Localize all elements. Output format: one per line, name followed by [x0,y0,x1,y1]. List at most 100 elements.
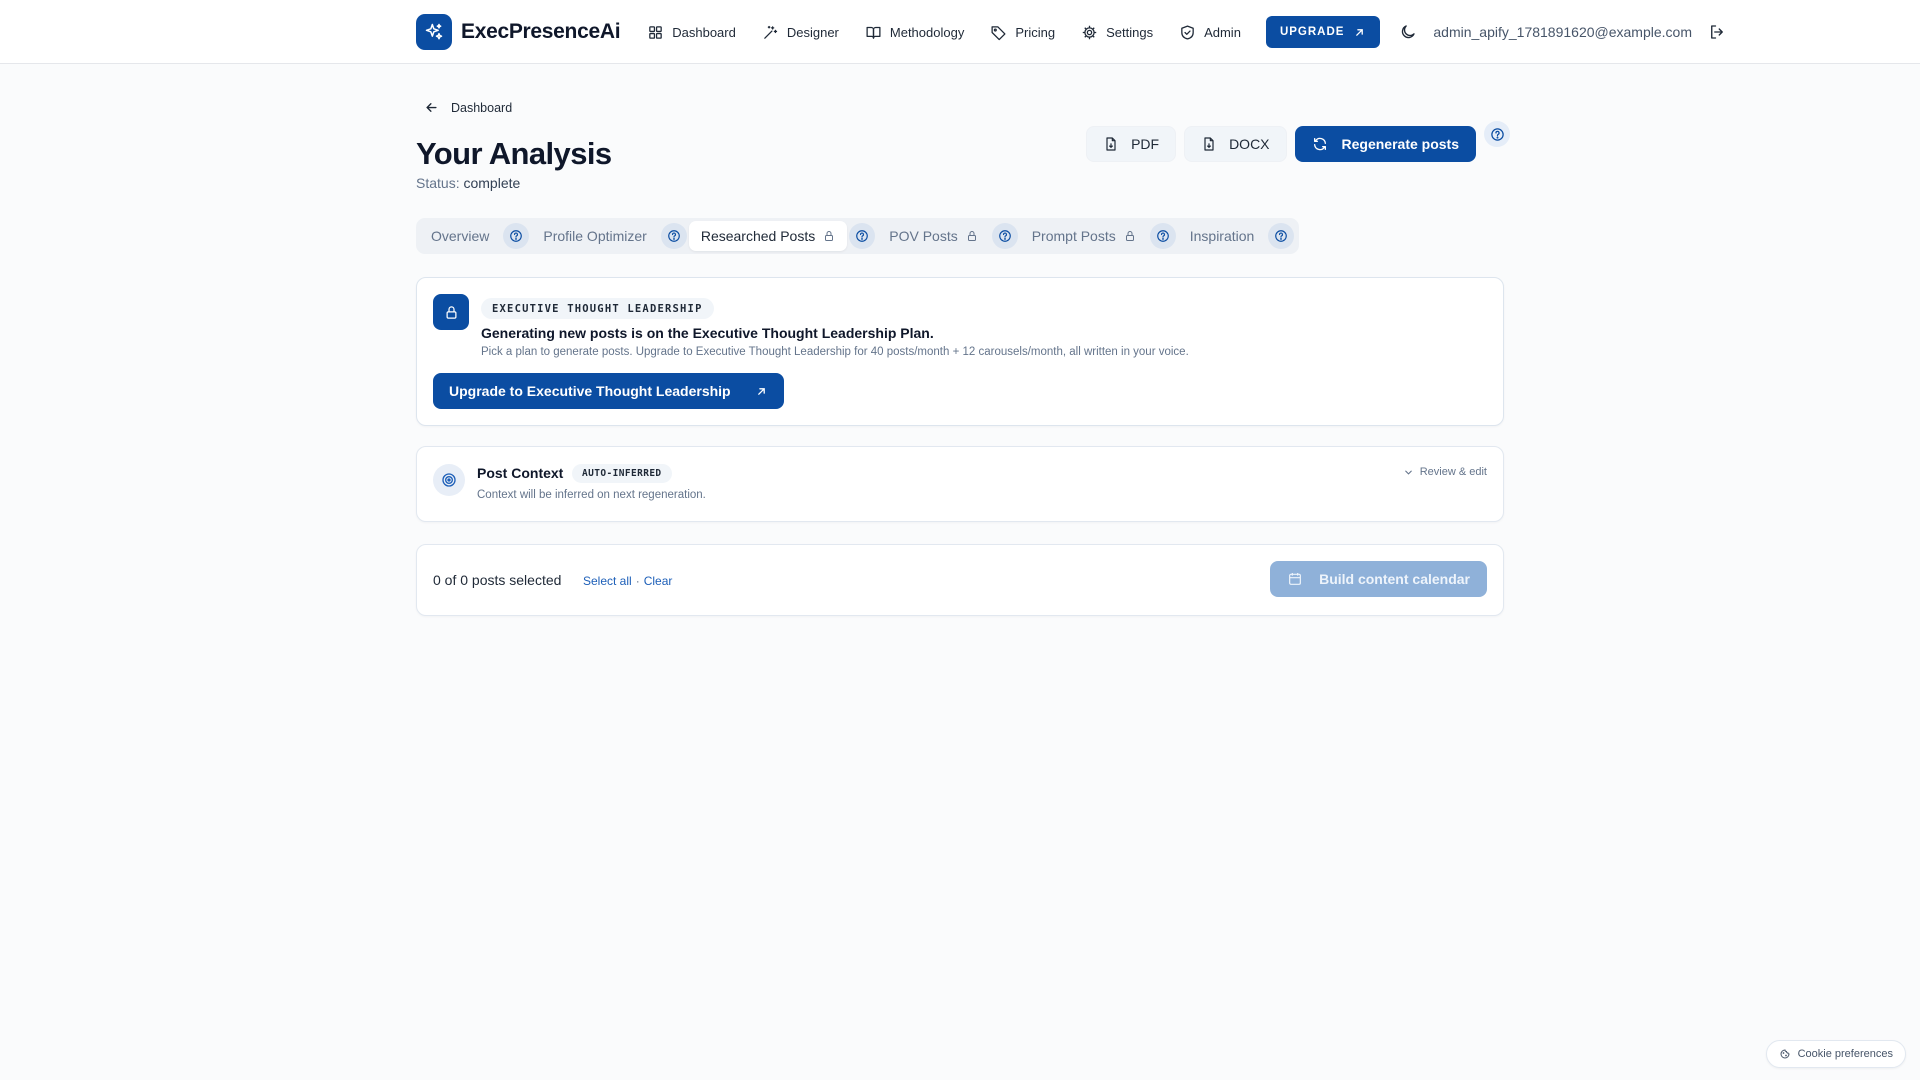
header-upgrade-button[interactable]: UPGRADE [1265,16,1381,48]
tab-overview-label: Overview [431,228,490,244]
regenerate-posts-label: Regenerate posts [1341,136,1459,152]
lock-icon [433,294,469,330]
user-email: admin_apify_1781891620@example.com [1433,24,1692,40]
cookie-icon [1779,1048,1791,1060]
cookie-preferences-button[interactable]: Cookie preferences [1765,1040,1906,1068]
build-content-calendar-label: Build content calendar [1319,571,1470,587]
moon-icon [1399,23,1417,41]
review-edit-label: Review & edit [1419,466,1487,478]
nav-settings[interactable]: Settings [1068,14,1166,50]
question-circle-icon [1156,229,1170,243]
nav-pricing[interactable]: Pricing [977,14,1068,50]
target-icon [433,464,465,496]
wand-icon [762,24,779,41]
top-navigation-inner: ExecPresenceAi Dashboard Designer Method… [416,0,1726,64]
question-circle-icon [855,229,869,243]
page-title: Your Analysis [416,136,612,171]
tab-prompt-posts[interactable]: Prompt Posts [1020,221,1148,251]
brand[interactable]: ExecPresenceAi [416,14,621,50]
header-upgrade-label: UPGRADE [1279,26,1345,38]
sparkles-logo-icon [416,14,452,50]
tab-profile-optimizer-help[interactable] [660,223,687,249]
plan-badge: EXECUTIVE THOUGHT LEADERSHIP [481,298,714,319]
arrow-up-right-icon [755,385,768,398]
breadcrumb-back-link[interactable]: Dashboard [424,100,512,115]
arrow-up-right-icon [1353,26,1366,39]
gear-icon [1081,24,1098,41]
breadcrumb-label: Dashboard [451,100,513,115]
export-pdf-label: PDF [1131,136,1160,152]
nav-designer-label: Designer [786,24,839,40]
tab-profile-optimizer-label: Profile Optimizer [543,228,647,244]
tab-researched-posts[interactable]: Researched Posts [688,221,848,251]
lock-icon [823,230,835,242]
clear-selection-link[interactable]: Clear [644,574,673,588]
post-selection-bar: 0 of 0 posts selected Select all · Clear… [416,544,1504,616]
calendar-icon [1287,571,1303,587]
build-content-calendar-button[interactable]: Build content calendar [1270,561,1487,597]
upgrade-description: Pick a plan to generate posts. Upgrade t… [481,346,1189,358]
nav-admin-label: Admin [1204,24,1241,40]
export-pdf-button[interactable]: PDF [1086,126,1177,162]
post-context-card: Post Context AUTO-INFERRED Context will … [416,446,1504,522]
tab-researched-posts-help[interactable] [849,223,876,249]
logout-button[interactable] [1708,21,1726,43]
status-line: Status: complete [416,175,520,191]
tab-inspiration-label: Inspiration [1189,228,1255,244]
upgrade-heading: Generating new posts is on the Executive… [481,325,934,341]
tab-pov-posts[interactable]: POV Posts [877,221,989,251]
question-circle-icon [1490,127,1505,142]
nav-pricing-label: Pricing [1015,24,1056,40]
status-value: complete [463,175,521,191]
cookie-preferences-label: Cookie preferences [1797,1048,1893,1060]
selection-links: Select all · Clear [583,574,672,588]
analysis-tabs: Overview Profile Optimizer Researched Po… [416,218,1300,254]
post-context-description: Context will be inferred on next regener… [477,489,706,501]
tab-prompt-posts-help[interactable] [1149,223,1176,249]
upgrade-plan-label: Upgrade to Executive Thought Leadership [449,383,731,399]
tab-inspiration-help[interactable] [1268,223,1295,249]
regenerate-help-button[interactable] [1484,121,1510,147]
separator: · [635,574,640,588]
brand-name: ExecPresenceAi [461,20,621,43]
book-icon [865,24,882,41]
tab-inspiration[interactable]: Inspiration [1178,221,1267,251]
nav-dashboard[interactable]: Dashboard [634,14,749,50]
tag-icon [990,24,1007,41]
dashboard-grid-icon [647,24,664,41]
tab-pov-posts-help[interactable] [991,223,1018,249]
nav-methodology-label: Methodology [889,24,965,40]
tab-overview[interactable]: Overview [419,221,501,251]
question-circle-icon [1274,229,1288,243]
shield-check-icon [1179,24,1196,41]
question-circle-icon [998,229,1012,243]
refresh-icon [1312,136,1328,152]
export-docx-label: DOCX [1229,136,1270,152]
nav-methodology[interactable]: Methodology [852,14,977,50]
review-edit-toggle[interactable]: Review & edit [1403,466,1487,478]
tab-overview-help[interactable] [503,223,530,249]
auto-inferred-badge: AUTO-INFERRED [572,464,672,483]
select-all-link[interactable]: Select all [583,574,632,588]
question-circle-icon [509,229,523,243]
arrow-left-icon [424,100,439,115]
plan-upgrade-card: EXECUTIVE THOUGHT LEADERSHIP Generating … [416,277,1504,426]
nav-admin[interactable]: Admin [1166,14,1254,50]
lock-icon [966,230,978,242]
selection-count: 0 of 0 posts selected [433,572,562,588]
question-circle-icon [667,229,681,243]
nav-settings-label: Settings [1106,24,1154,40]
upgrade-plan-button[interactable]: Upgrade to Executive Thought Leadership [433,373,784,409]
chevron-down-icon [1403,467,1414,478]
tab-prompt-posts-label: Prompt Posts [1031,228,1116,244]
theme-toggle[interactable] [1398,20,1417,44]
top-navigation-bar: ExecPresenceAi Dashboard Designer Method… [0,0,1920,64]
regenerate-posts-button[interactable]: Regenerate posts [1294,126,1476,162]
nav-designer[interactable]: Designer [749,14,852,50]
tab-profile-optimizer[interactable]: Profile Optimizer [531,221,658,251]
tab-researched-posts-label: Researched Posts [700,228,816,244]
status-label: Status: [416,175,460,191]
lock-icon [1124,230,1136,242]
export-docx-button[interactable]: DOCX [1184,126,1287,162]
page-actions: PDF DOCX Regenerate posts [1086,121,1510,162]
